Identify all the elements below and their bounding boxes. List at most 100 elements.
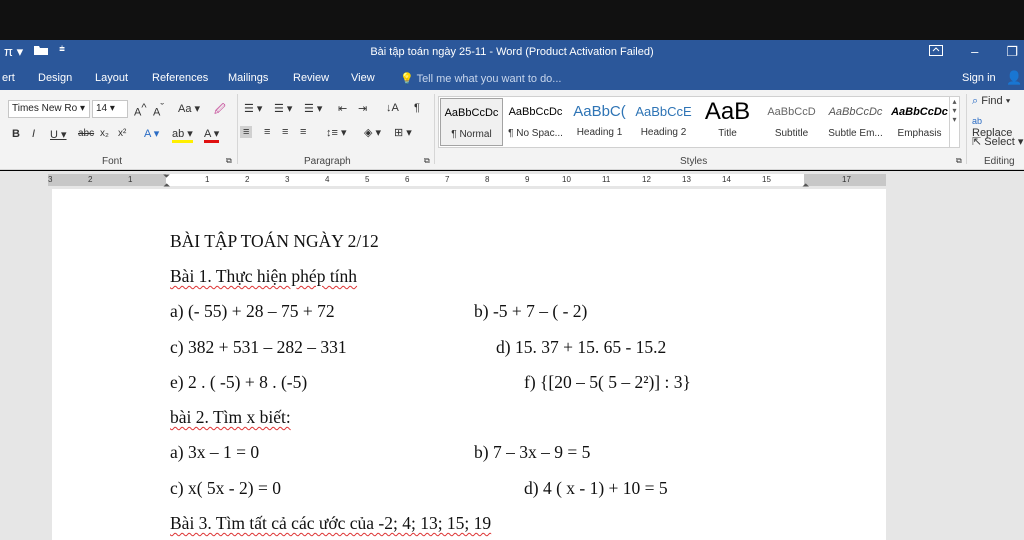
font-name-box[interactable]: Times New Ro ▾ [8,100,90,118]
group-separator [237,94,238,164]
style-label: Heading 2 [640,127,687,138]
group-separator [966,94,967,164]
problem-1a: a) (- 55) + 28 – 75 + 72 [170,301,335,321]
strikethrough-icon[interactable]: abc [78,128,94,139]
document-page[interactable]: BÀI TẬP TOÁN NGÀY 2/12 Bài 1. Thực hiện … [52,189,886,540]
style-preview: AaBbCcDc [828,106,883,118]
styles-group-label: Styles [680,156,708,167]
paragraph-group-label: Paragraph [304,156,351,167]
tab-mailings[interactable]: Mailings [228,72,268,84]
ruler-number: 2 [245,175,250,184]
sign-in-link[interactable]: Sign in [962,72,996,84]
style-label: Heading 1 [576,127,623,138]
justify-icon[interactable]: ≡ [300,126,306,138]
style-preview: AaBbC( [573,103,626,120]
ruler-number: 1 [128,175,133,184]
select-label: Select [984,136,1015,148]
ruler-numbers: 3 2 1 1 2 3 4 5 6 7 8 9 10 11 12 13 14 1… [48,174,886,186]
tab-insert[interactable]: ert [2,72,15,84]
numbering-icon[interactable]: ☰ ▾ [274,102,292,115]
style-heading-2[interactable]: AaBbCcE Heading 2 [632,98,695,146]
ruler-number: 7 [445,175,450,184]
line-spacing-icon[interactable]: ↕≡ ▾ [326,126,347,139]
ruler-number: 9 [525,175,530,184]
tab-design[interactable]: Design [38,72,72,84]
show-formatting-icon[interactable]: ¶ [414,102,420,114]
tab-view[interactable]: View [351,72,375,84]
increase-indent-icon[interactable]: ⇥ [358,102,367,115]
shrink-font-icon[interactable]: Aˇ [153,102,164,119]
doc-heading: BÀI TẬP TOÁN NGÀY 2/12 [170,231,379,251]
style-label: Emphasis [897,128,942,139]
style-label: Subtle Em... [828,128,883,139]
problem-1d: d) 15. 37 + 15. 65 - 15.2 [496,337,667,357]
superscript-icon[interactable]: x² [118,128,126,139]
find-button[interactable]: ⌕ Find ▾ [972,95,1010,108]
text-effects-icon[interactable]: A ▾ [144,127,159,140]
ruler-number: 15 [762,175,771,184]
style-preview: AaBbCcD [767,106,816,118]
style-label: Title [718,128,737,139]
paragraph-dialog-launcher-icon[interactable]: ⧉ [424,156,430,166]
subscript-icon[interactable]: x₂ [100,128,109,139]
highlight-icon[interactable]: ab ▾ [172,127,193,143]
problem-1b: b) -5 + 7 – ( - 2) [474,301,588,321]
style-subtitle[interactable]: AaBbCcD Subtitle [760,98,823,146]
cursor-icon: ⇱ [972,136,982,148]
underline-icon[interactable]: U ▾ [50,128,67,141]
bold-icon[interactable]: B [12,128,20,140]
shading-icon[interactable]: ◈ ▾ [364,126,381,139]
font-name-value: Times New Ro [12,103,78,114]
minimize-icon[interactable]: – [971,44,978,60]
change-case-icon[interactable]: Aa ▾ [178,102,200,115]
lightbulb-icon: 💡 [400,73,414,85]
style-no-spacing[interactable]: AaBbCcDc ¶ No Spac... [504,98,567,146]
font-color-icon[interactable]: A ▾ [204,127,220,143]
problem-2d: d) 4 ( x - 1) + 10 = 5 [524,478,668,498]
ribbon-display-icon[interactable] [929,44,944,60]
styles-dialog-launcher-icon[interactable]: ⧉ [956,156,962,166]
borders-icon[interactable]: ⊞ ▾ [394,126,412,139]
style-normal[interactable]: AaBbCcDc ¶ Normal [440,98,503,146]
tell-me-box[interactable]: 💡 Tell me what you want to do... [400,72,561,85]
align-center-icon[interactable]: ≡ [264,126,270,138]
style-emphasis[interactable]: AaBbCcDc Emphasis [888,98,951,146]
ruler-number: 14 [722,175,731,184]
bullets-icon[interactable]: ☰ ▾ [244,102,262,115]
sort-icon[interactable]: ↓A [386,102,399,114]
font-dialog-launcher-icon[interactable]: ⧉ [226,156,232,166]
tab-layout[interactable]: Layout [95,72,128,84]
horizontal-ruler[interactable]: 3 2 1 1 2 3 4 5 6 7 8 9 10 11 12 13 14 1… [0,171,1024,190]
tab-references[interactable]: References [152,72,208,84]
group-separator [434,94,435,164]
restore-icon[interactable]: ❐ [1006,44,1018,60]
align-right-icon[interactable]: ≡ [282,126,288,138]
user-icon[interactable]: 👤 [1006,70,1022,86]
ruler-number: 6 [405,175,410,184]
ruler-number: 11 [602,175,611,184]
multilevel-list-icon[interactable]: ☰ ▾ [304,102,322,115]
problem-2b: b) 7 – 3x – 9 = 5 [474,442,591,462]
styles-scroll[interactable]: ▴ ▾ ▾ [949,97,959,147]
problem-1c: c) 382 + 531 – 282 – 331 [170,337,347,357]
screen-top-bar [0,0,1024,40]
italic-icon[interactable]: I [32,128,35,140]
clear-formatting-icon[interactable]: 🖉 [214,101,226,120]
ruler-number: 10 [562,175,571,184]
style-subtle-emphasis[interactable]: AaBbCcDc Subtle Em... [824,98,887,146]
problem-2c: c) x( 5x - 2) = 0 [170,478,281,498]
select-button[interactable]: ⇱ Select ▾ [972,135,1023,148]
style-preview: AaBbCcDc [508,106,563,118]
align-left-icon[interactable]: ≡ [240,126,253,138]
ruler-number: 3 [48,175,53,184]
tell-me-text: Tell me what you want to do... [416,73,562,85]
ruler-number: 3 [285,175,290,184]
font-size-box[interactable]: 14 ▾ [92,100,128,118]
tab-review[interactable]: Review [293,72,329,84]
decrease-indent-icon[interactable]: ⇤ [338,102,347,115]
style-title[interactable]: AaB Title [696,98,759,146]
style-heading-1[interactable]: AaBbC( Heading 1 [568,98,631,146]
ruler-number: 12 [642,175,651,184]
style-label: ¶ Normal [451,129,492,140]
grow-font-icon[interactable]: A^ [134,102,147,119]
